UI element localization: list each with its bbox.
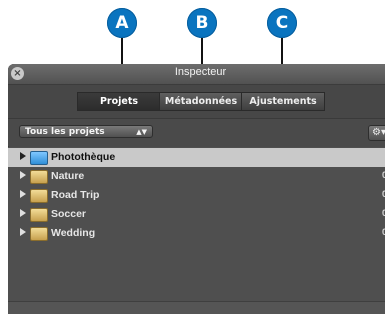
disclosure-triangle-icon[interactable]: [20, 228, 26, 236]
projects-list: Photothèque Nature 0 Road Trip 0 Soccer …: [8, 147, 385, 302]
project-icon: [30, 170, 48, 184]
list-item-wedding[interactable]: Wedding 0: [8, 224, 385, 243]
tab-bar: Projets Métadonnées Ajustements: [8, 85, 385, 119]
list-item-phototheque[interactable]: Photothèque: [8, 148, 385, 167]
list-item-label: Soccer: [51, 208, 87, 220]
list-item-road-trip[interactable]: Road Trip 0: [8, 186, 385, 205]
project-icon: [30, 227, 48, 241]
tab-metadonnees[interactable]: Métadonnées: [159, 92, 243, 111]
inspector-window: × Inspecteur Projets Métadonnées Ajustem…: [8, 64, 385, 314]
panel-footer: [8, 301, 385, 314]
window-title: Inspecteur: [174, 66, 227, 78]
library-icon: [30, 151, 48, 165]
projects-filter-dropdown[interactable]: Tous les projets ▲▼: [19, 125, 153, 138]
disclosure-triangle-icon[interactable]: [20, 190, 26, 198]
callout-b: B: [187, 8, 217, 38]
tab-ajustements[interactable]: Ajustements: [241, 92, 325, 111]
callout-c: C: [267, 8, 297, 38]
disclosure-triangle-icon[interactable]: [20, 209, 26, 217]
dropdown-arrows-icon: ▲▼: [136, 128, 147, 136]
projects-toolbar: Tous les projets ▲▼ ⚙▾: [8, 119, 385, 146]
list-item-label: Road Trip: [51, 189, 100, 201]
list-item-label: Nature: [51, 170, 85, 182]
project-icon: [30, 189, 48, 203]
disclosure-triangle-icon[interactable]: [20, 171, 26, 179]
list-item-soccer[interactable]: Soccer 0: [8, 205, 385, 224]
disclosure-triangle-icon[interactable]: [20, 152, 26, 160]
callout-a: A: [107, 8, 137, 38]
tab-projets[interactable]: Projets: [77, 92, 161, 111]
list-item-label: Photothèque: [51, 151, 116, 163]
list-item-nature[interactable]: Nature 0: [8, 167, 385, 186]
dropdown-value: Tous les projets: [25, 127, 105, 137]
list-item-label: Wedding: [51, 227, 96, 239]
titlebar: × Inspecteur: [8, 64, 385, 85]
project-icon: [30, 208, 48, 222]
gear-icon[interactable]: ⚙▾: [368, 125, 385, 141]
